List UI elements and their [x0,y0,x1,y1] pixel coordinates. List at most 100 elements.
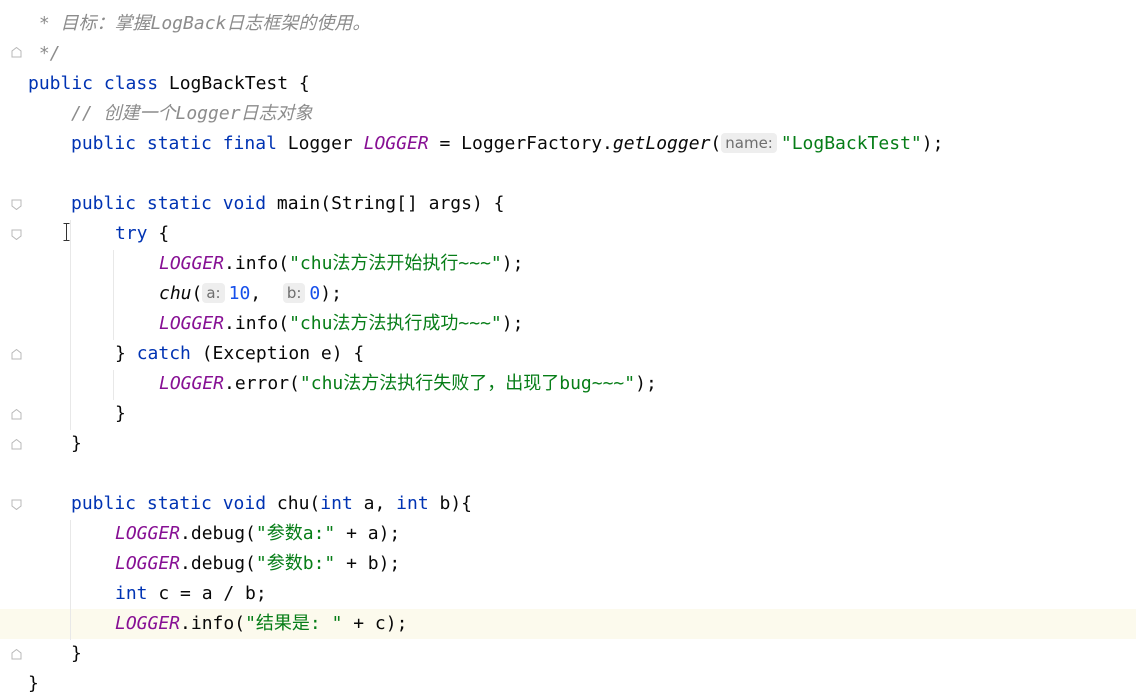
static-field: LOGGER [159,373,225,394]
string-literal: "chu法方法执行失败了，出现了bug~~~" [299,373,636,394]
fold-end-icon[interactable] [11,649,22,660]
code-text: , [250,283,283,304]
code-line-current[interactable]: LOGGER.info("结果是: " + c); [115,609,407,639]
code-line[interactable]: } [28,669,39,699]
code-text: } [28,673,39,694]
static-field: LOGGER [363,133,429,154]
code-line[interactable]: LOGGER.debug("参数b:" + b); [115,549,400,579]
code-text: ); [501,313,524,334]
keyword: int [115,583,148,604]
code-text: } [115,343,137,364]
code-text: } [115,403,126,424]
code-text: ); [635,373,657,394]
fold-start-icon[interactable] [11,499,22,510]
keyword: int [320,493,353,514]
code-line[interactable]: * 目标：掌握LogBack日志框架的使用。 [28,9,371,39]
code-line[interactable]: */ [28,39,61,69]
code-line[interactable]: } [115,399,126,429]
static-field: LOGGER [115,613,181,634]
indent-guide [70,220,71,430]
indent-guide [113,250,114,340]
method-name: getLogger [612,133,711,154]
code-text: } [71,433,82,454]
fold-end-icon[interactable] [11,439,22,450]
code-text: ); [320,283,342,304]
code-line[interactable]: LOGGER.error("chu法方法执行失败了，出现了bug~~~"); [159,369,657,399]
indent-guide [113,370,114,400]
keyword: public static void [71,493,267,514]
code-text: .info( [180,613,246,634]
keyword: public static final [71,133,277,154]
comment: // 创建一个Logger日志对象 [71,103,313,124]
string-literal: "LogBackTest" [780,133,922,154]
code-text: .error( [224,373,300,394]
class-name: LogBackTest { [158,73,310,94]
static-field: LOGGER [159,253,225,274]
fold-start-icon[interactable] [11,229,22,240]
keyword: try [115,223,148,244]
string-literal: "结果是: " [245,613,343,634]
method-name: chu [159,283,192,304]
code-text: + a); [335,523,401,544]
code-line[interactable]: LOGGER.info("chu法方法开始执行~~~"); [159,249,523,279]
code-text: = LoggerFactory. [428,133,613,154]
code-line[interactable]: } [71,639,82,669]
fold-end-icon[interactable] [11,349,22,360]
code-line[interactable]: public static void chu(int a, int b){ [71,489,472,519]
keyword: public class [28,73,159,94]
code-line[interactable]: chu(a: 10, b: 0); [159,279,342,309]
method-name: chu( [266,493,321,514]
number-literal: 10 [228,283,251,304]
static-field: LOGGER [115,553,181,574]
code-line[interactable]: int c = a / b; [115,579,267,609]
code-line[interactable]: public class LogBackTest { [28,69,310,99]
string-literal: "chu法方法开始执行~~~" [289,253,502,274]
code-text: ); [501,253,524,274]
code-text: .debug( [180,553,256,574]
keyword: public static void [71,193,267,214]
text-cursor-icon [63,223,70,241]
comment: */ [28,43,61,64]
code-line[interactable]: public static void main(String[] args) { [71,189,505,219]
string-literal: "参数b:" [255,553,336,574]
code-text: a, [352,493,397,514]
keyword: int [396,493,429,514]
code-text: ( [710,133,722,154]
code-line[interactable]: LOGGER.info("chu法方法执行成功~~~"); [159,309,523,339]
code-text: { [147,223,170,244]
code-line[interactable]: // 创建一个Logger日志对象 [71,99,313,129]
code-text: ( [191,283,203,304]
parameter-hint: b: [282,283,306,303]
fold-end-icon[interactable] [11,409,22,420]
code-text: main(String[] args) { [266,193,505,214]
number-literal: 0 [309,283,321,304]
static-field: LOGGER [159,313,225,334]
indent-guide [70,520,71,640]
code-line[interactable]: LOGGER.debug("参数a:" + a); [115,519,400,549]
code-text: ); [921,133,944,154]
comment: * 目标：掌握LogBack日志框架的使用。 [28,13,371,34]
code-text: c = a / b; [147,583,267,604]
fold-start-icon[interactable] [11,199,22,210]
parameter-hint: name: [721,133,777,153]
editor-gutter [0,0,24,692]
string-literal: "chu法方法执行成功~~~" [289,313,502,334]
code-line[interactable]: public static final Logger LOGGER = Logg… [71,129,943,159]
code-text: b){ [428,493,473,514]
code-line[interactable]: } [71,429,82,459]
keyword: catch [136,343,191,364]
code-line[interactable]: try { [115,219,169,249]
code-text: .info( [224,253,290,274]
parameter-hint: a: [202,283,225,303]
code-text: .info( [224,313,290,334]
fold-end-icon[interactable] [11,47,22,58]
code-line[interactable]: } catch (Exception e) { [115,339,364,369]
code-text: + c); [342,613,408,634]
static-field: LOGGER [115,523,181,544]
string-literal: "参数a:" [255,523,336,544]
code-text: (Exception e) { [190,343,365,364]
code-text: } [71,643,82,664]
type-name: Logger [276,133,364,154]
code-text: + b); [335,553,401,574]
code-text: .debug( [180,523,256,544]
